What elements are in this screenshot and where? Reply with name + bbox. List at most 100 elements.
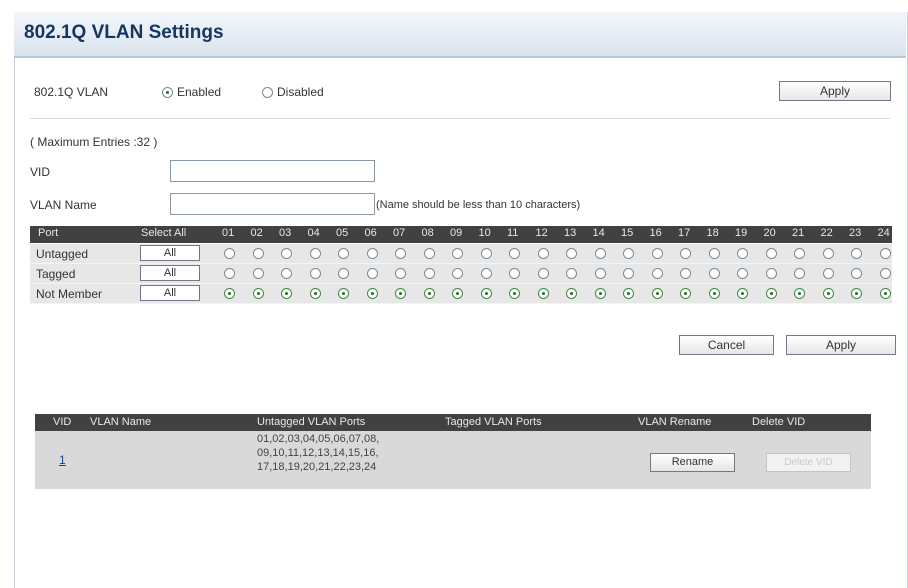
port-14-tagged-radio[interactable] (594, 268, 606, 279)
port-06-tagged-radio[interactable] (366, 268, 378, 279)
vlan-name-input[interactable] (170, 193, 375, 215)
port-02-not-member-radio[interactable] (252, 288, 264, 299)
untagged-row-label: Untagged (36, 247, 89, 261)
apply-bottom-button[interactable]: Apply (786, 335, 896, 355)
vid-link[interactable]: 1 (59, 453, 66, 467)
port-19-not-member-radio[interactable] (737, 288, 748, 299)
port-number-09: 09 (450, 227, 463, 239)
vid-input[interactable] (170, 160, 375, 182)
port-06-untagged-radio[interactable] (366, 248, 378, 259)
port-number-15: 15 (621, 227, 634, 239)
port-18-untagged-radio[interactable] (708, 248, 720, 259)
port-10-not-member-radio[interactable] (480, 288, 492, 299)
port-15-not-member-radio[interactable] (623, 288, 634, 299)
port-01-tagged-radio[interactable] (224, 268, 235, 279)
port-24-not-member-radio[interactable] (879, 288, 891, 299)
port-09-not-member-radio[interactable] (452, 288, 463, 299)
port-01-not-member-radio[interactable] (224, 288, 235, 299)
untagged-all-button[interactable]: All (140, 245, 200, 261)
port-14-not-member-radio[interactable] (594, 288, 606, 299)
port-number-16: 16 (649, 227, 662, 239)
port-04-not-member-radio[interactable] (309, 288, 321, 299)
title-bar: 802.1Q VLAN Settings (14, 12, 906, 58)
vlan-name-label: VLAN Name (30, 198, 97, 212)
table-row: 1 01,02,03,04,05,06,07,08, 09,10,11,12,1… (35, 431, 871, 489)
tagged-all-button[interactable]: All (140, 265, 200, 281)
port-11-not-member-radio[interactable] (509, 288, 520, 299)
port-07-not-member-radio[interactable] (395, 288, 406, 299)
port-13-not-member-radio[interactable] (566, 288, 577, 299)
port-12-tagged-radio[interactable] (537, 268, 549, 279)
port-10-tagged-radio[interactable] (480, 268, 492, 279)
port-17-not-member-radio[interactable] (680, 288, 691, 299)
port-20-not-member-radio[interactable] (765, 288, 777, 299)
delete-vid-button[interactable]: Delete VID (766, 453, 851, 472)
port-22-untagged-radio[interactable] (822, 248, 834, 259)
port-11-untagged-radio[interactable] (509, 248, 520, 259)
port-16-tagged-radio[interactable] (651, 268, 663, 279)
port-08-tagged-radio[interactable] (423, 268, 435, 279)
vlan-name-hint: (Name should be less than 10 characters) (376, 199, 581, 211)
port-02-untagged-radio[interactable] (252, 248, 264, 259)
port-05-untagged-radio[interactable] (338, 248, 349, 259)
port-23-untagged-radio[interactable] (851, 248, 862, 259)
apply-top-button[interactable]: Apply (779, 81, 891, 101)
port-03-not-member-radio[interactable] (281, 288, 292, 299)
port-grid-header: Port Select All 01 02 03 04 05 06 07 08 09 10 11 12… (30, 226, 892, 243)
port-23-tagged-radio[interactable] (851, 268, 862, 279)
port-22-not-member-radio[interactable] (822, 288, 834, 299)
port-21-not-member-radio[interactable] (794, 288, 805, 299)
port-18-not-member-radio[interactable] (708, 288, 720, 299)
port-08-not-member-radio[interactable] (423, 288, 435, 299)
port-19-untagged-radio[interactable] (737, 248, 748, 259)
port-18-tagged-radio[interactable] (708, 268, 720, 279)
cancel-button[interactable]: Cancel (679, 335, 774, 355)
port-04-tagged-radio[interactable] (309, 268, 321, 279)
rename-button[interactable]: Rename (650, 453, 735, 472)
port-13-tagged-radio[interactable] (566, 268, 577, 279)
port-10-untagged-radio[interactable] (480, 248, 492, 259)
port-16-not-member-radio[interactable] (651, 288, 663, 299)
port-07-untagged-radio[interactable] (395, 248, 406, 259)
not-member-all-button[interactable]: All (140, 285, 200, 301)
port-06-not-member-radio[interactable] (366, 288, 378, 299)
port-23-not-member-radio[interactable] (851, 288, 862, 299)
port-19-tagged-radio[interactable] (737, 268, 748, 279)
port-09-untagged-radio[interactable] (452, 248, 463, 259)
port-07-tagged-radio[interactable] (395, 268, 406, 279)
port-24-untagged-radio[interactable] (879, 248, 891, 259)
port-12-untagged-radio[interactable] (537, 248, 549, 259)
port-number-17: 17 (678, 227, 691, 239)
col-untagged-ports: Untagged VLAN Ports (257, 416, 366, 428)
enabled-radio[interactable] (162, 87, 173, 98)
port-15-tagged-radio[interactable] (623, 268, 634, 279)
port-11-tagged-radio[interactable] (509, 268, 520, 279)
untagged-row: Untagged All (30, 244, 892, 264)
disabled-radio[interactable] (262, 87, 273, 98)
port-number-03: 03 (279, 227, 292, 239)
port-04-untagged-radio[interactable] (309, 248, 321, 259)
port-17-untagged-radio[interactable] (680, 248, 691, 259)
port-09-tagged-radio[interactable] (452, 268, 463, 279)
port-21-tagged-radio[interactable] (794, 268, 805, 279)
select-all-header: Select All (141, 227, 187, 239)
port-01-untagged-radio[interactable] (224, 248, 235, 259)
not-member-row: Not Member All (30, 284, 892, 304)
port-08-untagged-radio[interactable] (423, 248, 435, 259)
port-03-tagged-radio[interactable] (281, 268, 292, 279)
port-05-tagged-radio[interactable] (338, 268, 349, 279)
port-21-untagged-radio[interactable] (794, 248, 805, 259)
port-03-untagged-radio[interactable] (281, 248, 292, 259)
port-12-not-member-radio[interactable] (537, 288, 549, 299)
port-05-not-member-radio[interactable] (338, 288, 349, 299)
port-17-tagged-radio[interactable] (680, 268, 691, 279)
port-15-untagged-radio[interactable] (623, 248, 634, 259)
port-20-untagged-radio[interactable] (765, 248, 777, 259)
port-20-tagged-radio[interactable] (765, 268, 777, 279)
port-14-untagged-radio[interactable] (594, 248, 606, 259)
port-24-tagged-radio[interactable] (879, 268, 891, 279)
port-13-untagged-radio[interactable] (566, 248, 577, 259)
port-22-tagged-radio[interactable] (822, 268, 834, 279)
port-16-untagged-radio[interactable] (651, 248, 663, 259)
port-02-tagged-radio[interactable] (252, 268, 264, 279)
